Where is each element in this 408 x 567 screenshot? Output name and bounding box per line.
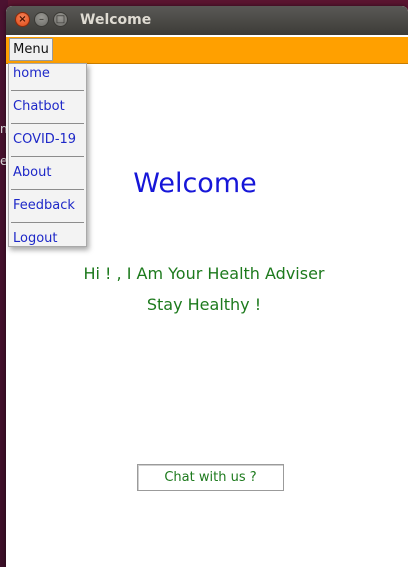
menu-item-about[interactable]: About [9, 163, 86, 196]
minimize-window-button[interactable]: – [34, 12, 49, 27]
menu-separator [11, 189, 84, 190]
menu-item-home[interactable]: home [9, 64, 86, 97]
title-bar: × – □ Welcome [6, 6, 408, 35]
maximize-icon: □ [55, 14, 66, 25]
window-title: Welcome [80, 12, 152, 28]
app-window: × – □ Welcome Menu Welcome Hi ! , I Am Y… [6, 6, 408, 567]
menu-item-logout[interactable]: Logout [9, 229, 86, 262]
maximize-window-button[interactable]: □ [53, 12, 68, 27]
menu-item-label: Feedback [13, 198, 75, 213]
menu-item-feedback[interactable]: Feedback [9, 196, 86, 229]
menu-separator [11, 156, 84, 157]
menu-separator [11, 123, 84, 124]
menu-item-label: About [13, 165, 52, 180]
menu-item-covid19[interactable]: COVID-19 [9, 130, 86, 163]
menu-item-label: home [13, 66, 50, 81]
menu-item-label: COVID-19 [13, 132, 77, 147]
menu-item-chatbot[interactable]: Chatbot [9, 97, 86, 130]
menu-bar: Menu [6, 37, 408, 64]
close-icon: × [18, 14, 27, 25]
menu-button[interactable]: Menu [9, 38, 53, 61]
menu-separator [11, 222, 84, 223]
chat-button[interactable]: Chat with us ? [137, 464, 284, 491]
tagline-text: Stay Healthy ! [146, 295, 262, 314]
menu-item-label: Logout [13, 231, 58, 246]
menu-item-label: Chatbot [13, 99, 65, 114]
close-window-button[interactable]: × [15, 12, 30, 27]
greeting-text: Hi ! , I Am Your Health Adviser [83, 264, 325, 283]
minimize-icon: – [39, 14, 44, 25]
menu-dropdown: home Chatbot COVID-19 About Feedback Log… [8, 63, 87, 247]
menu-separator [11, 90, 84, 91]
